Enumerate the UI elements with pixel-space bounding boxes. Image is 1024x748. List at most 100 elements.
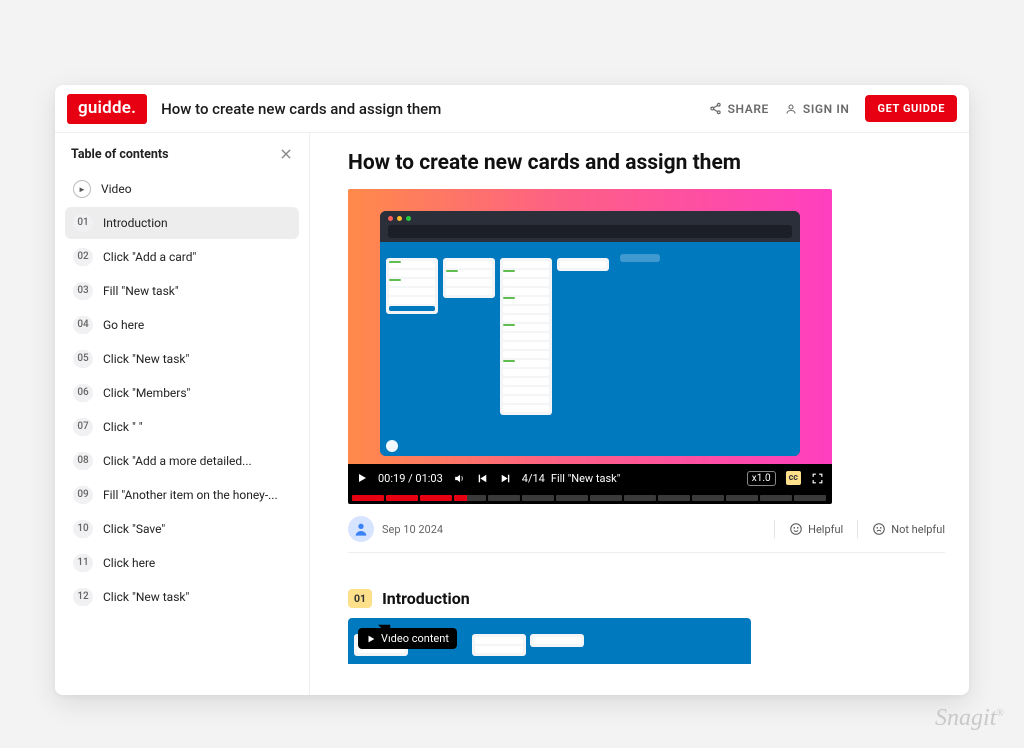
play-button[interactable] [356, 472, 368, 484]
toc-item-label: Introduction [103, 216, 168, 230]
player-controls: 00:19 / 01:03 4/14 Fill "New task" [348, 464, 832, 492]
toc-item-05[interactable]: 05 Click "New task" [65, 343, 299, 375]
toc-item-10[interactable]: 10 Click "Save" [65, 513, 299, 545]
not-helpful-button[interactable]: Not helpful [872, 522, 945, 536]
video-frame [348, 189, 832, 464]
page-title: How to create new cards and assign them [161, 100, 694, 118]
toc-num: 10 [73, 520, 93, 538]
toc-item-label: Click "Save" [103, 522, 165, 536]
author-avatar[interactable] [348, 516, 374, 542]
signin-button[interactable]: SIGN IN [785, 102, 850, 116]
helpful-button[interactable]: Helpful [789, 522, 843, 536]
toc-num: 05 [73, 350, 93, 368]
get-guidde-button[interactable]: GET GUIDDE [865, 95, 957, 122]
toc-num: 03 [73, 282, 93, 300]
toc-item-label: Fill "Another item on the honey-... [103, 488, 278, 502]
frown-icon [872, 522, 886, 536]
toc-num: 08 [73, 452, 93, 470]
not-helpful-label: Not helpful [891, 523, 945, 536]
step-title: Fill "New task" [551, 472, 620, 485]
meta-row: Sep 10 2024 Helpful Not helpful [348, 516, 945, 553]
toc-item-label: Click "New task" [103, 352, 189, 366]
toc-item-02[interactable]: 02 Click "Add a card" [65, 241, 299, 273]
play-icon [356, 472, 368, 484]
toc-item-03[interactable]: 03 Fill "New task" [65, 275, 299, 307]
toc-item-06[interactable]: 06 Click "Members" [65, 377, 299, 409]
next-step-button[interactable] [499, 472, 512, 485]
play-circle-icon: ► [73, 180, 91, 198]
toc-num: 01 [73, 214, 93, 232]
user-icon [785, 103, 797, 115]
divider [774, 520, 775, 538]
toc-item-09[interactable]: 09 Fill "Another item on the honey-... [65, 479, 299, 511]
toc-item-label: Click here [103, 556, 155, 570]
prev-step-button[interactable] [476, 472, 489, 485]
toc-num: 06 [73, 384, 93, 402]
guidde-watermark-icon [386, 440, 398, 452]
cc-button[interactable]: cc [786, 471, 801, 485]
trello-board-mock [380, 242, 800, 456]
smile-icon [789, 522, 803, 536]
section-title: Introduction [382, 589, 470, 608]
speed-button[interactable]: x1.0 [747, 471, 776, 486]
toc-item-label: Click "New task" [103, 590, 189, 604]
volume-button[interactable] [453, 472, 466, 485]
fullscreen-button[interactable] [811, 472, 824, 485]
toc-num: 02 [73, 248, 93, 266]
user-avatar-icon [353, 521, 369, 537]
snagit-watermark: Snagit® [935, 705, 1004, 732]
helpful-label: Helpful [808, 523, 843, 536]
toc-item-12[interactable]: 12 Click "New task" [65, 581, 299, 613]
main: How to create new cards and assign them [310, 133, 969, 695]
video-content-label: Video content [381, 632, 449, 645]
toc-item-label: Video [101, 182, 132, 196]
skip-prev-icon [476, 472, 489, 485]
toc-item-video[interactable]: ► Video [65, 173, 299, 205]
close-toc-button[interactable] [277, 145, 295, 163]
play-icon [366, 634, 376, 644]
signin-label: SIGN IN [803, 102, 850, 116]
time-display: 00:19 / 01:03 [378, 472, 443, 485]
video-content-pill: Video content [358, 628, 457, 649]
top-actions: SHARE SIGN IN GET GUIDDE [709, 95, 957, 122]
step-caption: 4/14 Fill "New task" [522, 472, 737, 485]
video-player[interactable]: 00:19 / 01:03 4/14 Fill "New task" [348, 189, 832, 504]
toc-num: 04 [73, 316, 93, 334]
toc-item-04[interactable]: 04 Go here [65, 309, 299, 341]
share-label: SHARE [728, 102, 769, 116]
volume-icon [453, 472, 466, 485]
browser-mock [380, 211, 800, 456]
toc-item-label: Click "Members" [103, 386, 190, 400]
toc-header: Table of contents [65, 141, 299, 173]
body: Table of contents ► Video 01 Introductio… [55, 133, 969, 695]
toc-item-label: Fill "New task" [103, 284, 179, 298]
toc-item-label: Click " " [103, 420, 143, 434]
toc-item-01[interactable]: 01 Introduction [65, 207, 299, 239]
sidebar: Table of contents ► Video 01 Introductio… [55, 133, 310, 695]
toc-heading: Table of contents [71, 147, 169, 162]
skip-next-icon [499, 472, 512, 485]
toc-item-label: Click "Add a more detailed... [103, 454, 252, 468]
section-preview[interactable]: Video content [348, 618, 751, 664]
close-icon [279, 147, 293, 161]
toc-item-11[interactable]: 11 Click here [65, 547, 299, 579]
divider [857, 520, 858, 538]
toc-item-08[interactable]: 08 Click "Add a more detailed... [65, 445, 299, 477]
section-num-badge: 01 [348, 589, 372, 608]
toc-num: 07 [73, 418, 93, 436]
app-window: guidde. How to create new cards and assi… [55, 85, 969, 695]
share-button[interactable]: SHARE [709, 102, 769, 116]
section-introduction: 01 Introduction Video content [348, 589, 945, 664]
toc-num: 09 [73, 486, 93, 504]
publish-date: Sep 10 2024 [382, 523, 443, 536]
toc-item-label: Go here [103, 318, 144, 332]
step-indicator: 4/14 [522, 472, 545, 485]
toc-item-07[interactable]: 07 Click " " [65, 411, 299, 443]
toc-num: 12 [73, 588, 93, 606]
content-title: How to create new cards and assign them [348, 151, 945, 175]
share-icon [709, 102, 722, 115]
progress-bar[interactable] [348, 492, 832, 504]
toc-item-label: Click "Add a card" [103, 250, 196, 264]
fullscreen-icon [811, 472, 824, 485]
brand-logo[interactable]: guidde. [67, 94, 147, 124]
